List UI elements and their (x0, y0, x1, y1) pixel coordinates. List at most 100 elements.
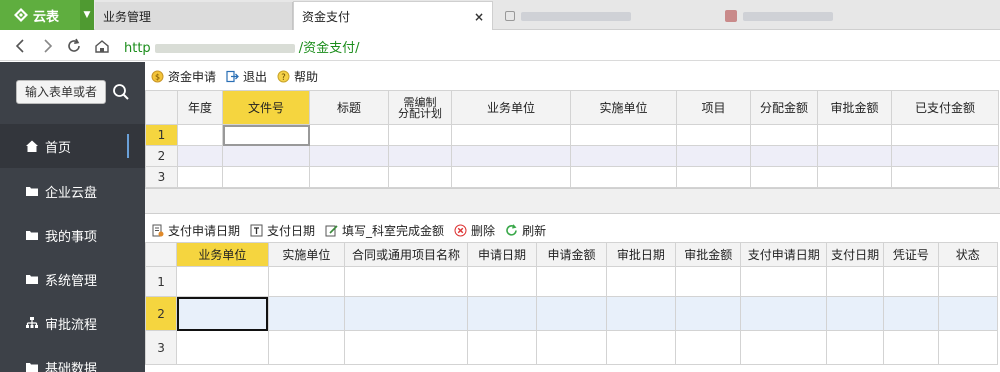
fill-completed-amount-button[interactable]: 填写_科室完成金额 (325, 222, 444, 239)
table-row[interactable]: 1 (144, 266, 999, 297)
brand-menu[interactable]: 云表 (0, 0, 80, 30)
table-cell[interactable] (177, 124, 223, 146)
sidebar-item-system-management[interactable]: 系统管理 (0, 257, 145, 301)
table-cell[interactable] (883, 266, 939, 297)
table-cell[interactable] (309, 145, 389, 167)
table-cell[interactable] (536, 330, 607, 365)
table-cell[interactable] (675, 266, 742, 297)
payment-date-button[interactable]: 支付日期 (250, 222, 315, 239)
table-cell[interactable] (388, 166, 452, 188)
table-cell[interactable] (605, 330, 677, 365)
column-header[interactable]: 审批金额 (817, 90, 892, 125)
back-button[interactable] (10, 36, 30, 56)
help-button[interactable]: ? 帮助 (277, 68, 318, 85)
table-cell[interactable] (451, 124, 571, 146)
column-header[interactable]: 审批日期 (605, 242, 677, 267)
table-cell-selected[interactable] (176, 296, 269, 331)
table-cell[interactable] (825, 296, 885, 331)
row-number[interactable]: 2 (144, 296, 178, 331)
table-cell[interactable] (177, 145, 223, 167)
column-header[interactable]: 状态 (937, 242, 999, 267)
table-cell[interactable] (344, 330, 468, 365)
table-cell[interactable] (817, 166, 892, 188)
table-cell[interactable] (466, 266, 538, 297)
table-cell[interactable] (570, 145, 677, 167)
table-cell[interactable] (740, 266, 827, 297)
table-cell[interactable] (344, 296, 468, 331)
column-header[interactable]: 支付日期 (825, 242, 885, 267)
sidebar-item-home[interactable]: 首页 (0, 124, 145, 168)
table-row-selected[interactable]: 2 (144, 296, 999, 331)
column-header[interactable]: 实施单位 (570, 90, 677, 125)
table-cell[interactable] (536, 296, 607, 331)
row-number[interactable]: 3 (145, 166, 178, 188)
row-number[interactable]: 1 (144, 266, 178, 297)
table-cell[interactable] (883, 330, 939, 365)
table-cell[interactable] (676, 145, 751, 167)
home-button[interactable] (92, 36, 112, 56)
table-cell[interactable] (605, 266, 677, 297)
column-header[interactable]: 实施单位 (267, 242, 346, 267)
table-cell[interactable] (891, 166, 999, 188)
tab-business-management[interactable]: 业务管理 (95, 2, 293, 30)
close-tab-icon[interactable]: × (474, 10, 484, 24)
table-cell[interactable] (309, 124, 389, 146)
delete-button[interactable]: 删除 (454, 222, 495, 239)
brand-dropdown-icon[interactable]: ▼ (80, 0, 94, 30)
row-number[interactable]: 3 (144, 330, 178, 365)
column-header[interactable]: 申请金额 (536, 242, 607, 267)
table-cell[interactable] (676, 166, 751, 188)
table-cell[interactable] (222, 166, 310, 188)
table-cell[interactable] (536, 266, 607, 297)
row-number[interactable]: 2 (145, 145, 178, 167)
row-number[interactable]: 1 (145, 124, 178, 146)
table-cell[interactable] (176, 330, 269, 365)
table-cell[interactable] (570, 166, 677, 188)
sidebar-item-cloud-disk[interactable]: 企业云盘 (0, 169, 145, 213)
column-header[interactable]: 文件号 (222, 90, 310, 125)
table-cell[interactable] (267, 296, 346, 331)
url-field[interactable]: http/资金支付/ (124, 37, 359, 56)
sidebar-item-approval-flow[interactable]: 审批流程 (0, 301, 145, 345)
table-cell[interactable] (176, 266, 269, 297)
column-header[interactable]: 凭证号 (883, 242, 939, 267)
column-header[interactable]: 审批金额 (675, 242, 742, 267)
tab-fund-payment[interactable]: 资金支付 × (293, 1, 493, 31)
table-cell[interactable] (466, 330, 538, 365)
table-cell[interactable] (267, 266, 346, 297)
form-search-input[interactable]: 输入表单或者 (16, 80, 106, 104)
table-cell[interactable] (817, 145, 892, 167)
table-cell[interactable] (891, 145, 999, 167)
table-row[interactable]: 2 (145, 145, 999, 167)
exit-button[interactable]: 退出 (226, 68, 267, 85)
column-header[interactable]: 标题 (309, 90, 389, 125)
tab-blurred[interactable] (717, 2, 937, 30)
column-header[interactable]: 支付申请日期 (740, 242, 827, 267)
table-cell[interactable] (267, 330, 346, 365)
table-cell[interactable] (750, 166, 818, 188)
column-header[interactable]: 合同或通用项目名称 (344, 242, 468, 267)
table-cell[interactable] (750, 145, 818, 167)
table-cell-selected[interactable] (222, 124, 310, 146)
table-cell[interactable] (937, 266, 999, 297)
table-cell[interactable] (937, 330, 999, 365)
table-cell[interactable] (891, 124, 999, 146)
table-cell[interactable] (388, 124, 452, 146)
table-cell[interactable] (466, 296, 538, 331)
table-cell[interactable] (451, 166, 571, 188)
table-cell[interactable] (817, 124, 892, 146)
table-cell[interactable] (344, 266, 468, 297)
table-cell[interactable] (825, 330, 885, 365)
table-row[interactable]: 3 (144, 330, 999, 365)
table-cell[interactable] (740, 296, 827, 331)
table-cell[interactable] (750, 124, 818, 146)
forward-button[interactable] (38, 36, 58, 56)
refresh-button[interactable]: 刷新 (505, 222, 546, 239)
table-cell[interactable] (675, 330, 742, 365)
table-cell[interactable] (825, 266, 885, 297)
payment-request-date-button[interactable]: 支付申请日期 (151, 222, 240, 239)
sidebar-item-base-data[interactable]: 基础数据 (0, 345, 145, 372)
table-cell[interactable] (177, 166, 223, 188)
sidebar-item-my-tasks[interactable]: 我的事项 (0, 213, 145, 257)
reload-button[interactable] (64, 36, 84, 56)
